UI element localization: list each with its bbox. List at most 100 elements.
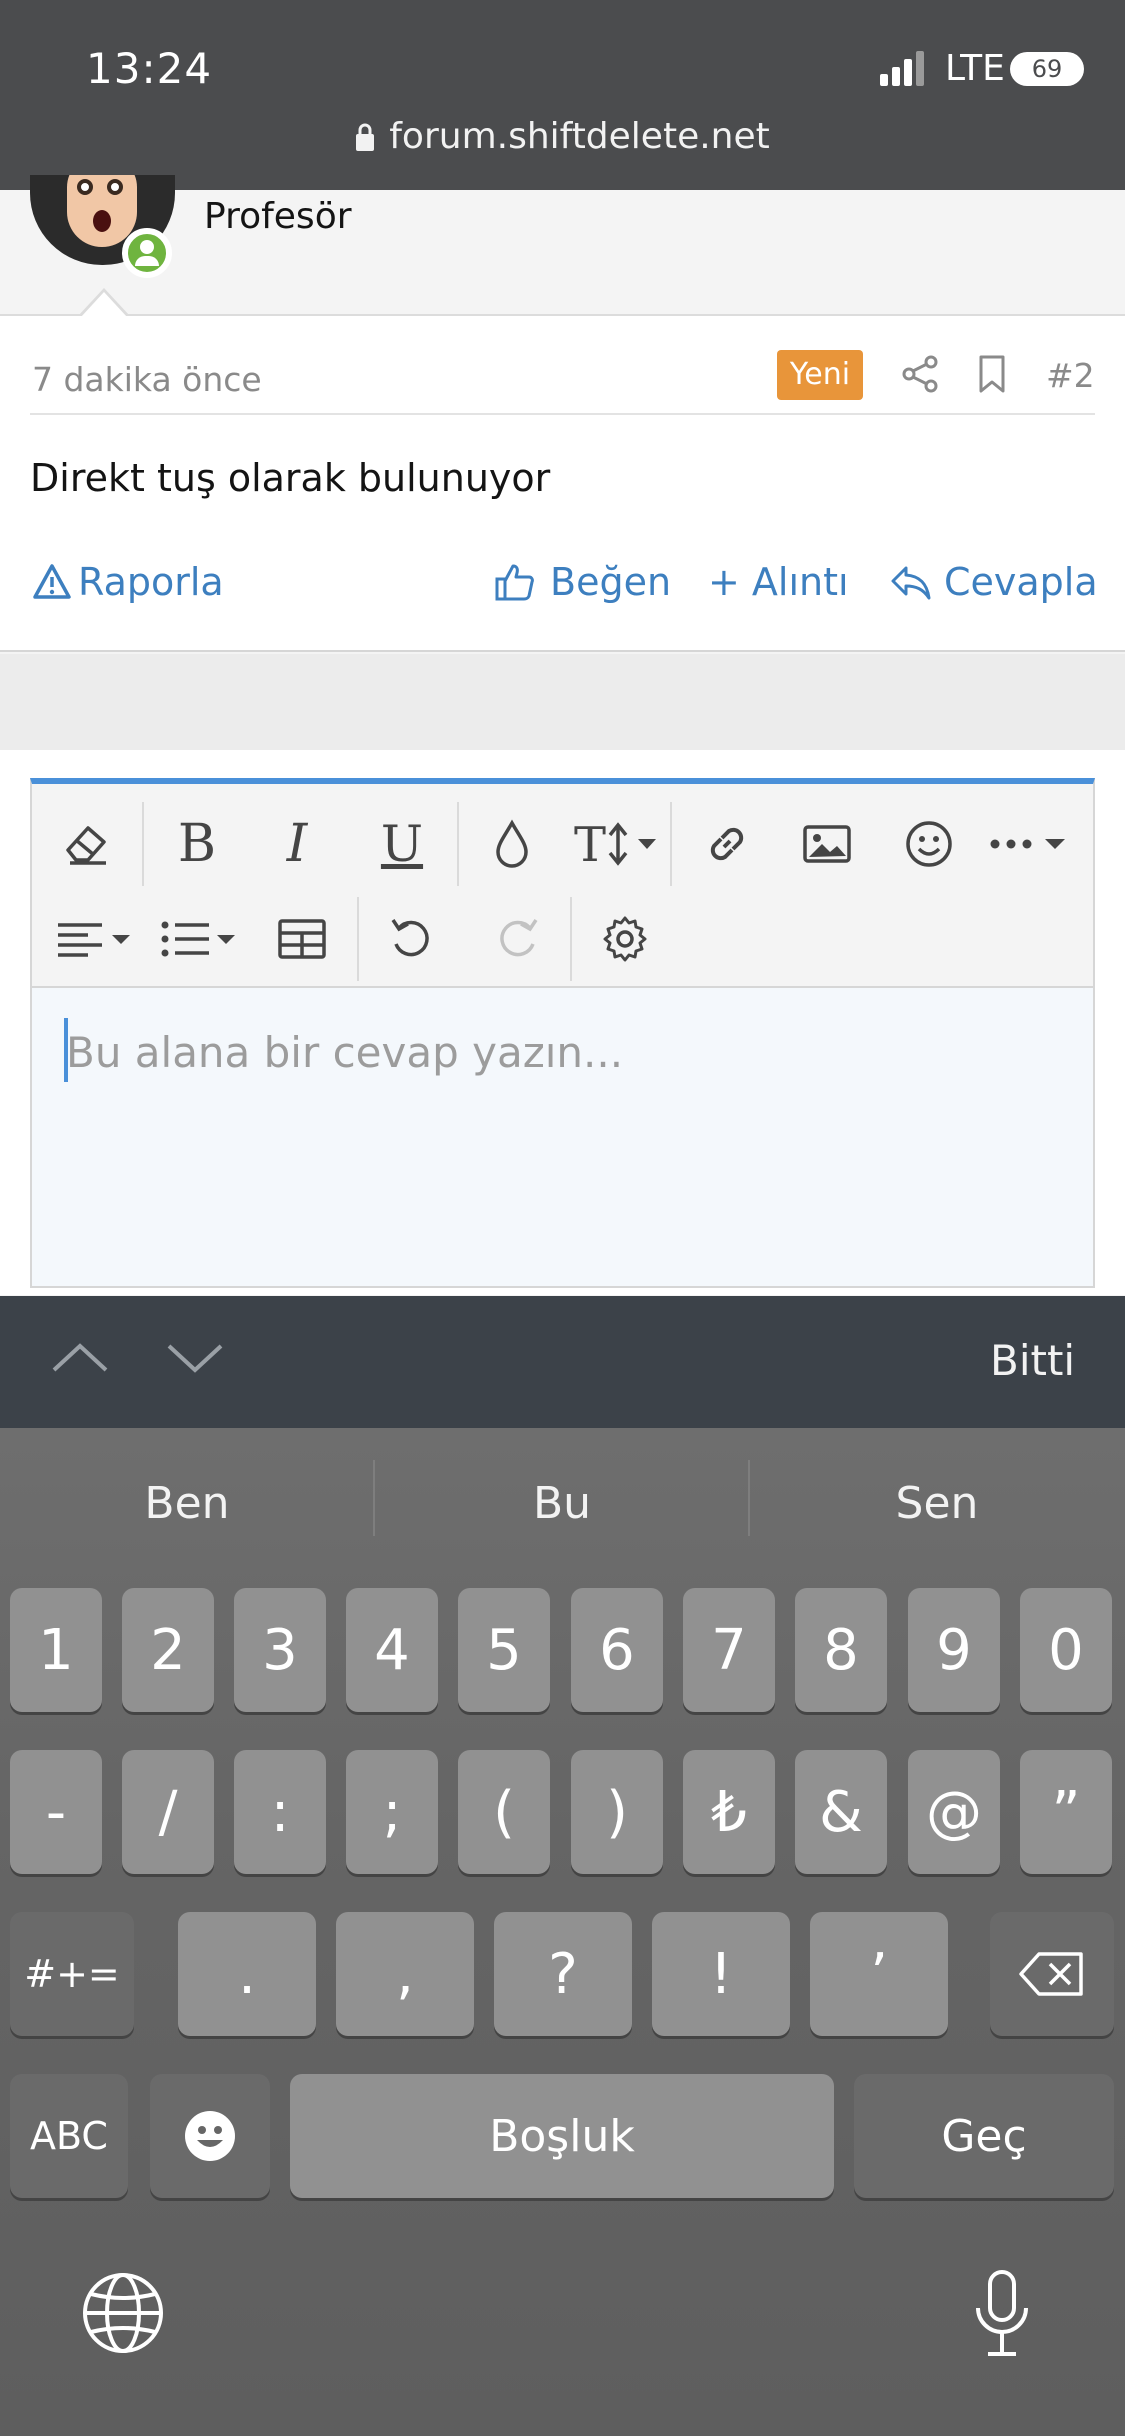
reply-placeholder: Bu alana bir cevap yazın... [66,1028,624,1077]
url-text: forum.shiftdelete.net [389,116,770,157]
image-icon [803,825,851,863]
like-button[interactable]: Beğen [494,560,671,604]
avatar-face [67,175,137,247]
key-period[interactable]: . [178,1912,316,2036]
undo-icon [391,919,429,957]
key-lira[interactable]: ₺ [683,1750,775,1874]
key-apostrophe[interactable]: ’ [810,1912,948,2036]
key-2[interactable]: 2 [122,1588,214,1712]
space-key[interactable]: Boşluk [290,2074,834,2198]
key-symbols[interactable]: #+= [10,1912,134,2036]
key-ampersand[interactable]: & [795,1750,887,1874]
post-message: 7 dakika önce Yeni #2 Direkt tuş olarak … [0,316,1125,652]
keyboard: Ben Bu Sen 1 2 3 4 5 6 7 8 9 0 - / : ; (… [0,1428,1125,2436]
reply-textarea[interactable]: Bu alana bir cevap yazın... [32,986,1093,1286]
keyboard-accessory-bar: Bitti [0,1296,1125,1428]
smiley-icon [906,821,952,867]
table-button[interactable] [267,899,337,979]
key-exclamation[interactable]: ! [652,1912,790,2036]
key-open-paren[interactable]: ( [458,1750,550,1874]
key-comma[interactable]: , [336,1912,474,2036]
more-options-button[interactable] [987,804,1077,884]
more-icon [990,839,1065,849]
reply-label: Cevapla [944,560,1098,604]
key-9[interactable]: 9 [908,1588,1000,1712]
key-1[interactable]: 1 [10,1588,102,1712]
microphone-icon[interactable] [970,2268,1034,2364]
bookmark-icon[interactable] [970,352,1014,396]
key-4[interactable]: 4 [346,1588,438,1712]
toolbar-divider [357,897,359,981]
post-number[interactable]: #2 [1046,356,1095,395]
suggestion-3[interactable]: Sen [750,1478,1124,1529]
key-0[interactable]: 0 [1020,1588,1112,1712]
eye-icon [107,179,123,195]
key-slash[interactable]: / [122,1750,214,1874]
key-semicolon[interactable]: ; [346,1750,438,1874]
chevron-down-icon[interactable] [165,1338,225,1378]
report-label: Raporla [78,560,224,604]
post-time[interactable]: 7 dakika önce [32,360,262,399]
quote-button[interactable]: + Alıntı [708,560,849,604]
share-icon[interactable] [898,352,942,396]
svg-text:T: T [574,819,606,869]
toolbar-divider [142,802,144,886]
key-6[interactable]: 6 [571,1588,663,1712]
report-button[interactable]: Raporla [32,560,224,604]
font-size-icon: T [574,819,656,869]
eraser-icon [66,826,106,865]
toolbar-divider [670,802,672,886]
settings-button[interactable] [590,899,660,979]
battery-indicator: 69 [1010,52,1084,86]
key-hyphen[interactable]: - [10,1750,102,1874]
key-colon[interactable]: : [234,1750,326,1874]
font-size-button[interactable]: T [572,804,662,884]
key-abc[interactable]: ABC [10,2074,128,2198]
italic-button[interactable]: I [262,804,332,884]
eye-icon [77,179,93,195]
chevron-up-icon[interactable] [50,1338,110,1378]
list-button[interactable] [157,899,247,979]
mouth-icon [93,210,111,232]
lock-icon [356,123,375,151]
post-body: Direkt tuş olarak bulunuyor [30,456,551,500]
network-type: LTE [945,48,1005,89]
suggestion-1[interactable]: Ben [0,1478,374,1529]
url-bar[interactable]: forum.shiftdelete.net [0,116,1125,157]
align-button[interactable] [52,899,142,979]
like-label: Beğen [550,560,672,604]
key-5[interactable]: 5 [458,1588,550,1712]
user-rank: Profesör [204,196,352,237]
table-icon [278,919,326,959]
go-key[interactable]: Geç [854,2074,1114,2198]
link-button[interactable] [692,804,762,884]
undo-button[interactable] [377,899,447,979]
emoji-button[interactable] [894,804,964,884]
globe-icon[interactable] [80,2270,166,2356]
divider [30,413,1095,415]
key-8[interactable]: 8 [795,1588,887,1712]
text-color-button[interactable] [477,804,547,884]
post-pointer-inner [81,292,127,317]
underline-button[interactable]: U [367,804,437,884]
clock: 13:24 [86,44,213,93]
toolbar-divider [457,802,459,886]
emoji-key[interactable] [150,2074,270,2198]
key-question[interactable]: ? [494,1912,632,2036]
done-button[interactable]: Bitti [990,1336,1075,1385]
key-quote[interactable]: ” [1020,1750,1112,1874]
key-7[interactable]: 7 [683,1588,775,1712]
eraser-button[interactable] [52,804,122,884]
backspace-key[interactable] [990,1912,1114,2036]
suggestion-2[interactable]: Bu [375,1478,749,1529]
reply-button[interactable]: Cevapla [890,560,1098,604]
key-3[interactable]: 3 [234,1588,326,1712]
warning-icon [33,564,71,599]
bold-button[interactable]: B [162,804,232,884]
online-status-icon [122,228,172,278]
droplet-icon [496,819,528,868]
key-close-paren[interactable]: ) [571,1750,663,1874]
image-button[interactable] [792,804,862,884]
key-at[interactable]: @ [908,1750,1000,1874]
redo-button[interactable] [482,899,552,979]
